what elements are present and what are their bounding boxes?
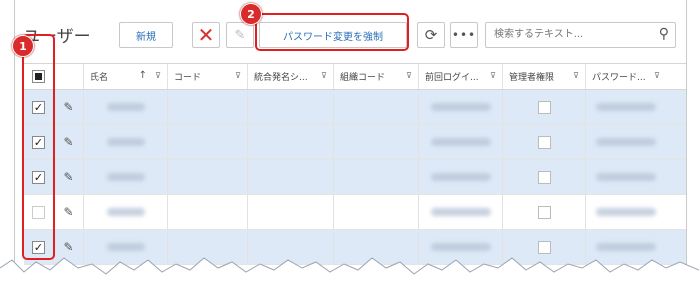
close-icon: ✕	[197, 23, 215, 47]
redacted-cell	[586, 90, 666, 124]
search-input[interactable]	[492, 28, 646, 41]
search-icon[interactable]: ⚲	[659, 26, 669, 42]
edit-button[interactable]: ✎	[226, 22, 254, 48]
column-header-admin[interactable]: 管理者権限 ⊽	[503, 64, 586, 89]
filter-icon[interactable]: ⊽	[321, 71, 327, 80]
table-row[interactable]: ✓ ✎	[24, 125, 686, 160]
redacted-value	[106, 138, 145, 146]
table-row[interactable]: ✓ ✎	[24, 90, 686, 125]
filter-icon[interactable]: ⊽	[155, 71, 161, 80]
new-button[interactable]: 新規	[119, 22, 173, 48]
row-edit-cell: ✎	[54, 90, 84, 124]
redacted-value	[596, 208, 656, 216]
redacted-value	[596, 138, 656, 146]
admin-cell	[503, 195, 586, 229]
edit-pencil-icon[interactable]: ✎	[63, 240, 73, 254]
filter-icon[interactable]: ⊽	[573, 71, 579, 80]
users-panel: ユーザー 新規 ✕ ✎ パスワード変更を強制 ⟳ ••• ⚲ 氏名 ↑ ⊽ コー…	[14, 0, 687, 270]
sort-ascending-icon[interactable]: ↑	[139, 70, 147, 81]
column-header-name[interactable]: 氏名 ↑ ⊽	[84, 64, 168, 89]
table-header: 氏名 ↑ ⊽ コード ⊽ 統合発名シ... ⊽ 組織コード ⊽ 前回ログイ...…	[24, 63, 686, 90]
admin-cell	[503, 125, 586, 159]
redacted-cell	[84, 195, 168, 229]
edit-column-header	[54, 64, 84, 89]
admin-checkbox	[537, 170, 551, 184]
redacted-value	[106, 243, 145, 251]
redacted-cell	[586, 160, 666, 194]
redacted-cell	[586, 195, 666, 229]
search-box[interactable]: ⚲	[485, 22, 676, 48]
more-button[interactable]: •••	[450, 22, 478, 48]
redacted-value	[430, 208, 491, 216]
table-row[interactable]: ✓ ✎	[24, 160, 686, 195]
users-table: 氏名 ↑ ⊽ コード ⊽ 統合発名シ... ⊽ 組織コード ⊽ 前回ログイ...…	[24, 63, 686, 265]
table-cell	[248, 160, 334, 194]
redacted-value	[430, 173, 491, 181]
refresh-button[interactable]: ⟳	[417, 22, 445, 48]
edit-pencil-icon[interactable]: ✎	[63, 170, 73, 184]
table-cell	[248, 195, 334, 229]
edit-pencil-icon[interactable]: ✎	[63, 100, 73, 114]
redacted-value	[430, 103, 491, 111]
redacted-value	[106, 208, 145, 216]
filter-icon[interactable]: ⊽	[490, 71, 496, 80]
filter-icon[interactable]: ⊽	[235, 71, 241, 80]
edit-pencil-icon[interactable]: ✎	[63, 135, 73, 149]
table-cell	[334, 160, 419, 194]
column-header-code[interactable]: コード ⊽	[168, 64, 248, 89]
table-row[interactable]: ✎	[24, 195, 686, 230]
torn-edge	[0, 257, 699, 296]
redacted-cell	[419, 160, 503, 194]
table-cell	[248, 90, 334, 124]
admin-cell	[503, 160, 586, 194]
redacted-cell	[84, 125, 168, 159]
table-cell	[168, 90, 248, 124]
highlight-frame-checkboxes	[22, 34, 55, 260]
annotation-badge-2: 2	[240, 3, 262, 25]
admin-cell	[503, 90, 586, 124]
table-cell	[248, 125, 334, 159]
pencil-icon: ✎	[234, 27, 246, 43]
annotation-badge-1: 1	[12, 35, 34, 57]
redacted-cell	[586, 125, 666, 159]
redacted-cell	[84, 160, 168, 194]
redacted-cell	[419, 195, 503, 229]
row-edit-cell: ✎	[54, 195, 84, 229]
table-cell	[168, 160, 248, 194]
redacted-value	[596, 243, 656, 251]
admin-checkbox	[537, 240, 551, 254]
admin-checkbox	[537, 100, 551, 114]
column-header-password[interactable]: パスワード... ⊽	[586, 64, 666, 89]
redacted-value	[430, 138, 491, 146]
table-cell	[334, 125, 419, 159]
table-cell	[168, 195, 248, 229]
column-header-org-code[interactable]: 組織コード ⊽	[334, 64, 419, 89]
admin-checkbox	[537, 135, 551, 149]
table-cell	[334, 195, 419, 229]
redacted-value	[106, 173, 145, 181]
highlight-frame-force-button	[255, 13, 409, 51]
table-body: ✓ ✎ ✓ ✎ ✓ ✎ ✎ ✓ ✎	[24, 90, 686, 265]
column-header-integration[interactable]: 統合発名シ... ⊽	[248, 64, 334, 89]
redacted-cell	[419, 90, 503, 124]
delete-button[interactable]: ✕	[192, 22, 220, 48]
redacted-value	[596, 173, 656, 181]
row-edit-cell: ✎	[54, 125, 84, 159]
edit-pencil-icon[interactable]: ✎	[63, 205, 73, 219]
redacted-value	[596, 103, 656, 111]
filter-icon[interactable]: ⊽	[406, 71, 412, 80]
row-edit-cell: ✎	[54, 160, 84, 194]
refresh-icon: ⟳	[424, 26, 438, 44]
table-cell	[334, 90, 419, 124]
redacted-cell	[84, 90, 168, 124]
redacted-value	[430, 243, 491, 251]
redacted-cell	[419, 125, 503, 159]
table-cell	[168, 125, 248, 159]
admin-checkbox	[537, 205, 551, 219]
redacted-value	[106, 103, 145, 111]
column-header-last-login[interactable]: 前回ログイ... ⊽	[419, 64, 503, 89]
filter-icon[interactable]: ⊽	[654, 71, 660, 80]
